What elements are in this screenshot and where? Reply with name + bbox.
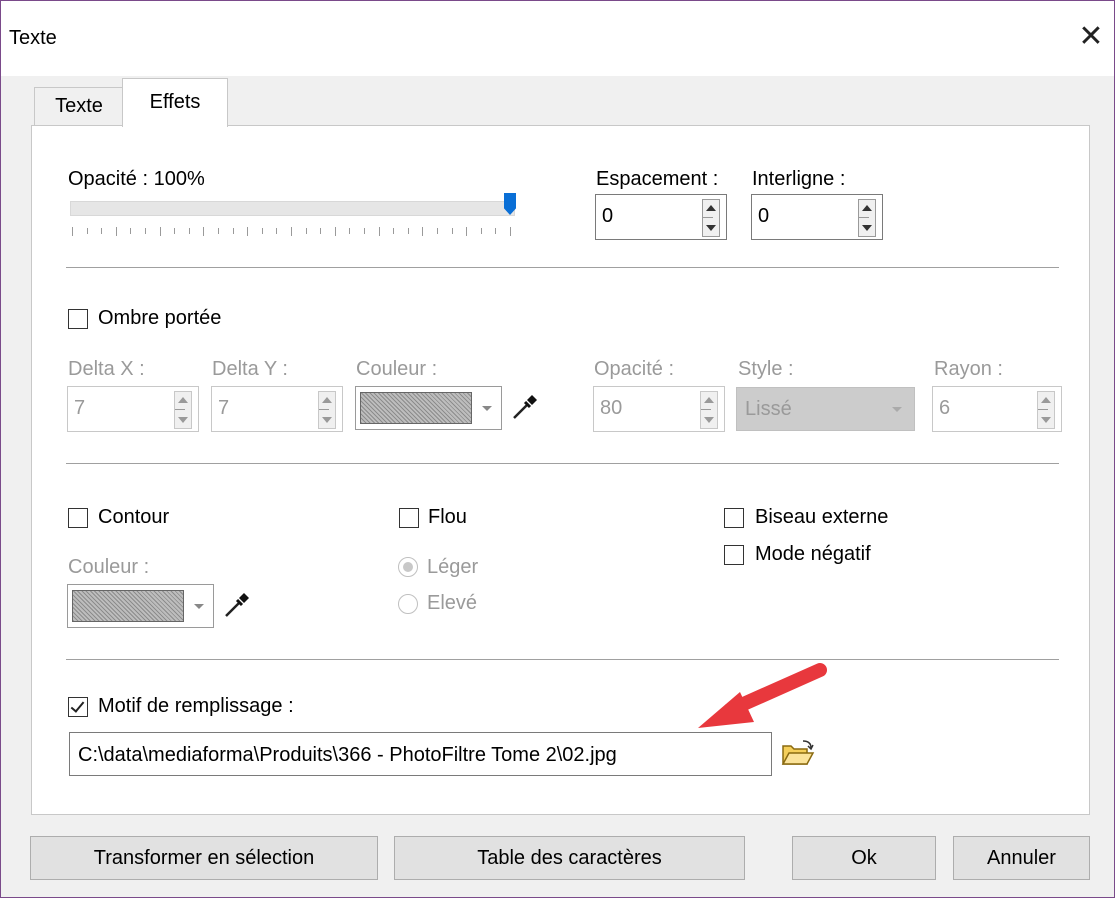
slider-tick	[276, 228, 278, 234]
delta-x-label: Delta X :	[68, 358, 145, 380]
slider-tick	[291, 227, 292, 236]
chevron-down-icon	[892, 407, 902, 412]
slider-tick	[451, 228, 453, 234]
motif-path-field[interactable]: C:\data\mediaforma\Produits\366 - PhotoF…	[69, 732, 772, 776]
table-caracteres-button[interactable]: Table des caractères	[394, 836, 745, 880]
slider-tick	[159, 227, 161, 236]
slider-tick	[422, 227, 424, 236]
slider-tick	[261, 228, 263, 234]
slider-tick	[364, 228, 365, 234]
slider-tick	[188, 228, 190, 234]
contour-checkbox[interactable]	[68, 508, 88, 528]
slider-tick	[247, 227, 249, 236]
ombre-opacite-label: Opacité :	[594, 358, 675, 380]
ombre-opacite-spinner[interactable]: 80	[593, 386, 725, 432]
slider-tick	[145, 228, 146, 234]
espacement-value: 0	[602, 205, 614, 227]
rayon-spin-arrows[interactable]	[1037, 391, 1055, 429]
slider-tick	[72, 227, 73, 236]
separator-2	[66, 463, 1059, 464]
delta-x-spinner[interactable]: 7	[67, 386, 199, 432]
interligne-label: Interligne :	[752, 168, 846, 190]
opacity-label: Opacité : 100%	[68, 168, 205, 190]
espacement-label: Espacement :	[596, 168, 719, 190]
motif-checkbox[interactable]	[68, 697, 88, 717]
delta-y-spinner[interactable]: 7	[211, 386, 343, 432]
chevron-down-icon	[194, 604, 204, 609]
espacement-spin-arrows[interactable]	[702, 199, 720, 237]
ombre-checkbox[interactable]	[68, 309, 88, 329]
biseau-checkbox[interactable]	[724, 508, 744, 528]
slider-tick	[101, 228, 103, 234]
negatif-label: Mode négatif	[755, 543, 871, 565]
delta-y-label: Delta Y :	[212, 358, 288, 380]
flou-leger-label: Léger	[427, 556, 479, 578]
slider-tick	[320, 228, 322, 234]
slider-tick	[305, 228, 307, 234]
motif-label: Motif de remplissage :	[98, 695, 294, 717]
ombre-color-swatch	[360, 392, 472, 424]
delta-y-value: 7	[218, 397, 230, 419]
flou-eleve-label: Elevé	[427, 592, 478, 614]
ombre-opacite-spin-arrows[interactable]	[700, 391, 718, 429]
slider-tick	[393, 228, 395, 234]
ombre-color-picker[interactable]	[355, 386, 502, 430]
delta-y-spin-arrows[interactable]	[318, 391, 336, 429]
contour-color-swatch	[72, 590, 184, 622]
contour-color-picker[interactable]	[67, 584, 214, 628]
delta-x-spin-arrows[interactable]	[174, 391, 192, 429]
flou-checkbox[interactable]	[399, 508, 419, 528]
rayon-spinner[interactable]: 6	[932, 386, 1062, 432]
rayon-label: Rayon :	[934, 358, 1003, 380]
slider-tick	[466, 227, 468, 236]
slider-tick	[86, 228, 88, 234]
slider-tick	[437, 228, 438, 234]
slider-tick	[378, 227, 380, 236]
delta-x-value: 7	[74, 397, 86, 419]
ok-button[interactable]: Ok	[792, 836, 936, 880]
slider-tick	[480, 228, 482, 234]
style-label: Style :	[738, 358, 794, 380]
separator-1	[66, 267, 1059, 268]
biseau-label: Biseau externe	[755, 506, 889, 528]
contour-label: Contour	[98, 506, 170, 528]
slider-tick	[407, 228, 409, 234]
interligne-spinner[interactable]: 0	[751, 194, 883, 240]
separator-3	[66, 659, 1059, 660]
espacement-spinner[interactable]: 0	[595, 194, 727, 240]
negatif-checkbox[interactable]	[724, 545, 744, 565]
ombre-couleur-label: Couleur :	[356, 358, 438, 380]
slider-tick	[495, 228, 497, 234]
slider-tick	[203, 227, 205, 236]
flou-eleve-radio[interactable]	[398, 594, 418, 614]
style-value: Lissé	[745, 398, 792, 420]
chevron-down-icon	[482, 406, 492, 411]
eyedropper-icon[interactable]	[222, 590, 252, 625]
slider-tick	[349, 228, 351, 234]
slider-tick	[130, 228, 132, 234]
slider-tick	[232, 228, 234, 234]
opacity-slider-track[interactable]	[70, 201, 515, 216]
slider-tick	[218, 228, 219, 234]
contour-couleur-label: Couleur :	[68, 556, 150, 578]
slider-tick	[334, 227, 336, 236]
slider-tick	[115, 227, 117, 236]
ombre-opacite-value: 80	[600, 397, 623, 419]
flou-leger-radio[interactable]	[398, 557, 418, 577]
eyedropper-icon[interactable]	[510, 392, 540, 427]
interligne-value: 0	[758, 205, 770, 227]
style-dropdown[interactable]: Lissé	[736, 387, 915, 431]
ombre-label: Ombre portée	[98, 307, 222, 329]
slider-tick	[174, 228, 176, 234]
red-arrow-annotation	[690, 660, 830, 745]
slider-tick	[510, 227, 511, 236]
interligne-spin-arrows[interactable]	[858, 199, 876, 237]
rayon-value: 6	[939, 397, 951, 419]
flou-label: Flou	[428, 506, 467, 528]
transformer-button[interactable]: Transformer en sélection	[30, 836, 378, 880]
annuler-button[interactable]: Annuler	[953, 836, 1090, 880]
